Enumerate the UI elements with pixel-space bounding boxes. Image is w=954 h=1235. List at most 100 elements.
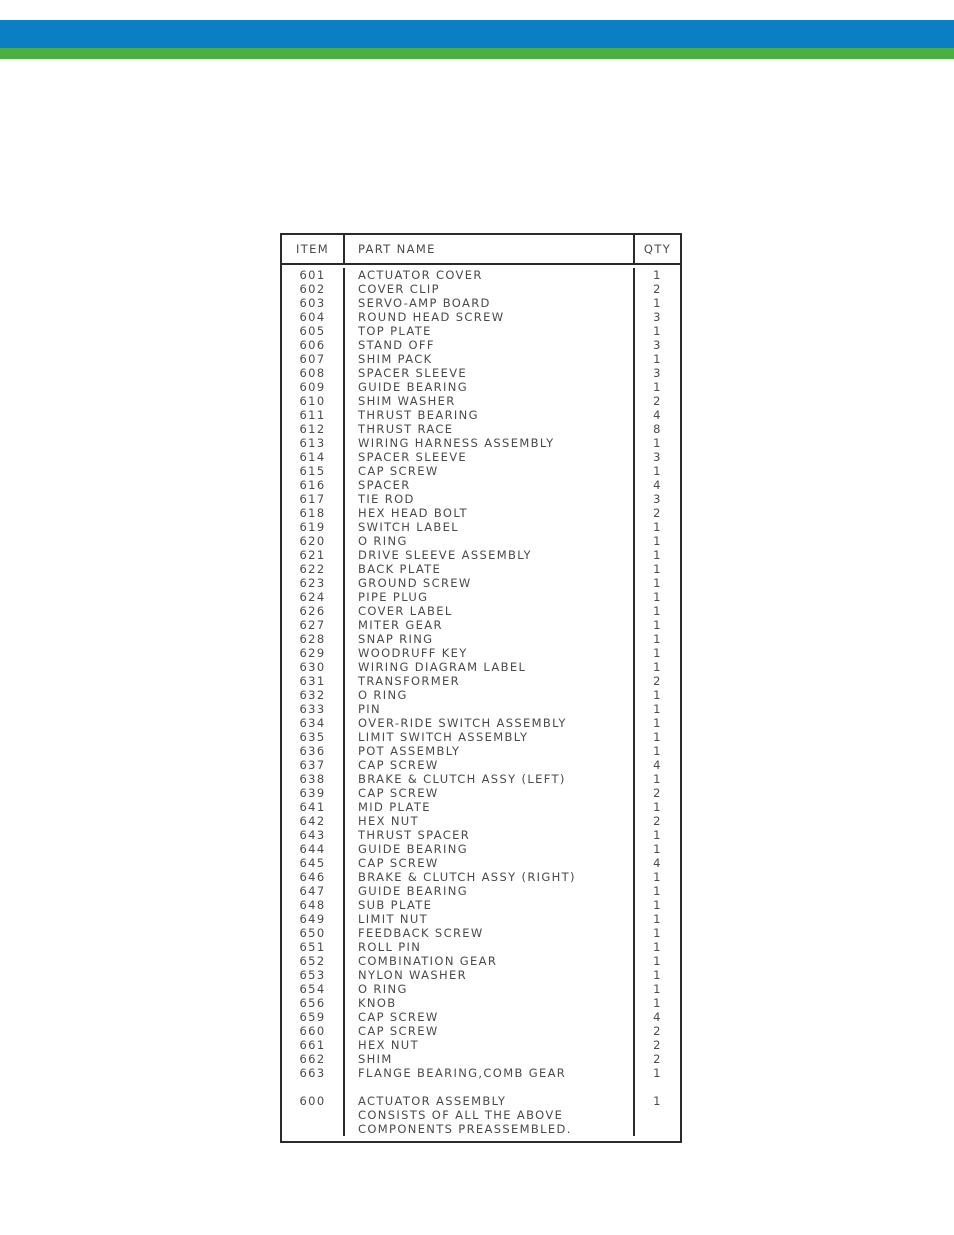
table-row: 604 ROUND HEAD SCREW 3	[282, 310, 680, 324]
cell-qty: 1	[653, 926, 662, 940]
cell-part-name: BRAKE & CLUTCH ASSY (LEFT)	[345, 772, 635, 786]
cell-item-number: 644	[282, 842, 345, 856]
cell-part-name: WOODRUFF KEY	[345, 646, 635, 660]
column-header-part-name: PART NAME	[345, 235, 635, 263]
cell-part-name: FEEDBACK SCREW	[345, 926, 635, 940]
table-row: 634 OVER-RIDE SWITCH ASSEMBLY 1	[282, 716, 680, 730]
cell-qty: 4	[653, 478, 662, 492]
table-row: 619 SWITCH LABEL 1	[282, 520, 680, 534]
cell-item-number: 647	[282, 884, 345, 898]
cell-qty: 2	[653, 786, 662, 800]
cell-qty: 1	[653, 464, 662, 478]
cell-item-number: 627	[282, 618, 345, 632]
cell-qty: 2	[653, 1038, 662, 1052]
cell-qty: 1	[653, 604, 662, 618]
cell-part-name: SHIM	[345, 1052, 635, 1066]
cell-qty: 1	[653, 646, 662, 660]
cell-item-number: 659	[282, 1010, 345, 1024]
banner-bar-blue	[0, 20, 954, 48]
cell-qty: 1	[653, 324, 662, 338]
cell-qty	[635, 1122, 680, 1136]
cell-qty: 1	[653, 898, 662, 912]
cell-item-number: 630	[282, 660, 345, 674]
cell-part-name: LIMIT NUT	[345, 912, 635, 926]
cell-part-name: TIE ROD	[345, 492, 635, 506]
cell-qty: 2	[653, 814, 662, 828]
table-row: 603 SERVO-AMP BOARD 1	[282, 296, 680, 310]
cell-part-name: CAP SCREW	[345, 1010, 635, 1024]
cell-item-number: 608	[282, 366, 345, 380]
cell-item-number: 648	[282, 898, 345, 912]
cell-part-name: NYLON WASHER	[345, 968, 635, 982]
cell-item-number: 602	[282, 282, 345, 296]
cell-part-name: HEX HEAD BOLT	[345, 506, 635, 520]
cell-item-number: 656	[282, 996, 345, 1010]
cell-qty: 3	[653, 310, 662, 324]
table-row: 663 FLANGE BEARING,COMB GEAR 1	[282, 1066, 680, 1080]
cell-qty: 4	[653, 758, 662, 772]
table-row: 621 DRIVE SLEEVE ASSEMBLY 1	[282, 548, 680, 562]
cell-part-name: WIRING HARNESS ASSEMBLY	[345, 436, 635, 450]
cell-qty: 1	[653, 996, 662, 1010]
table-row: 600 ACTUATOR ASSEMBLY 1	[282, 1094, 680, 1108]
cell-part-name: CAP SCREW	[345, 856, 635, 870]
cell-item-number: 651	[282, 940, 345, 954]
cell-qty: 1	[653, 268, 662, 282]
cell-item-number: 607	[282, 352, 345, 366]
table-row: 645 CAP SCREW 4	[282, 856, 680, 870]
table-row: 660 CAP SCREW 2	[282, 1024, 680, 1038]
cell-qty: 2	[653, 1024, 662, 1038]
cell-part-name: PIN	[345, 702, 635, 716]
cell-qty: 4	[653, 856, 662, 870]
table-row: 651 ROLL PIN 1	[282, 940, 680, 954]
cell-part-name: THRUST SPACER	[345, 828, 635, 842]
table-row: 629 WOODRUFF KEY 1	[282, 646, 680, 660]
cell-qty: 1	[653, 1066, 662, 1080]
cell-qty: 3	[653, 366, 662, 380]
cell-part-name: GROUND SCREW	[345, 576, 635, 590]
table-row: 614 SPACER SLEEVE 3	[282, 450, 680, 464]
cell-part-name: O RING	[345, 534, 635, 548]
cell-part-name: CAP SCREW	[345, 1024, 635, 1038]
cell-qty: 1	[653, 520, 662, 534]
cell-part-name: BRAKE & CLUTCH ASSY (RIGHT)	[345, 870, 635, 884]
cell-qty: 1	[653, 1094, 662, 1108]
cell-item-number: 624	[282, 590, 345, 604]
cell-item-number	[282, 1122, 345, 1136]
table-row: 612 THRUST RACE 8	[282, 422, 680, 436]
table-row: 662 SHIM 2	[282, 1052, 680, 1066]
cell-part-name: CAP SCREW	[345, 786, 635, 800]
cell-qty	[635, 1108, 680, 1122]
cell-item-number: 650	[282, 926, 345, 940]
cell-part-name: SNAP RING	[345, 632, 635, 646]
cell-qty: 2	[653, 282, 662, 296]
table-row: 649 LIMIT NUT 1	[282, 912, 680, 926]
cell-part-name: KNOB	[345, 996, 635, 1010]
cell-qty	[635, 1080, 680, 1094]
table-row	[282, 1080, 680, 1094]
cell-item-number: 622	[282, 562, 345, 576]
table-row: 633 PIN 1	[282, 702, 680, 716]
cell-part-name: BACK PLATE	[345, 562, 635, 576]
cell-item-number: 642	[282, 814, 345, 828]
cell-part-name: HEX NUT	[345, 1038, 635, 1052]
cell-qty: 1	[653, 716, 662, 730]
cell-qty: 1	[653, 702, 662, 716]
cell-qty: 2	[653, 1052, 662, 1066]
cell-qty: 1	[653, 940, 662, 954]
cell-qty: 1	[653, 562, 662, 576]
cell-part-name: ACTUATOR COVER	[345, 268, 635, 282]
cell-part-name: HEX NUT	[345, 814, 635, 828]
cell-item-number: 634	[282, 716, 345, 730]
table-row: 656 KNOB 1	[282, 996, 680, 1010]
table-row: 654 O RING 1	[282, 982, 680, 996]
table-row: 601 ACTUATOR COVER 1	[282, 268, 680, 282]
cell-part-name: COVER CLIP	[345, 282, 635, 296]
cell-item-number: 637	[282, 758, 345, 772]
cell-qty: 2	[653, 674, 662, 688]
cell-item-number: 613	[282, 436, 345, 450]
cell-item-number: 629	[282, 646, 345, 660]
cell-item-number: 653	[282, 968, 345, 982]
cell-item-number: 645	[282, 856, 345, 870]
table-row: 637 CAP SCREW 4	[282, 758, 680, 772]
